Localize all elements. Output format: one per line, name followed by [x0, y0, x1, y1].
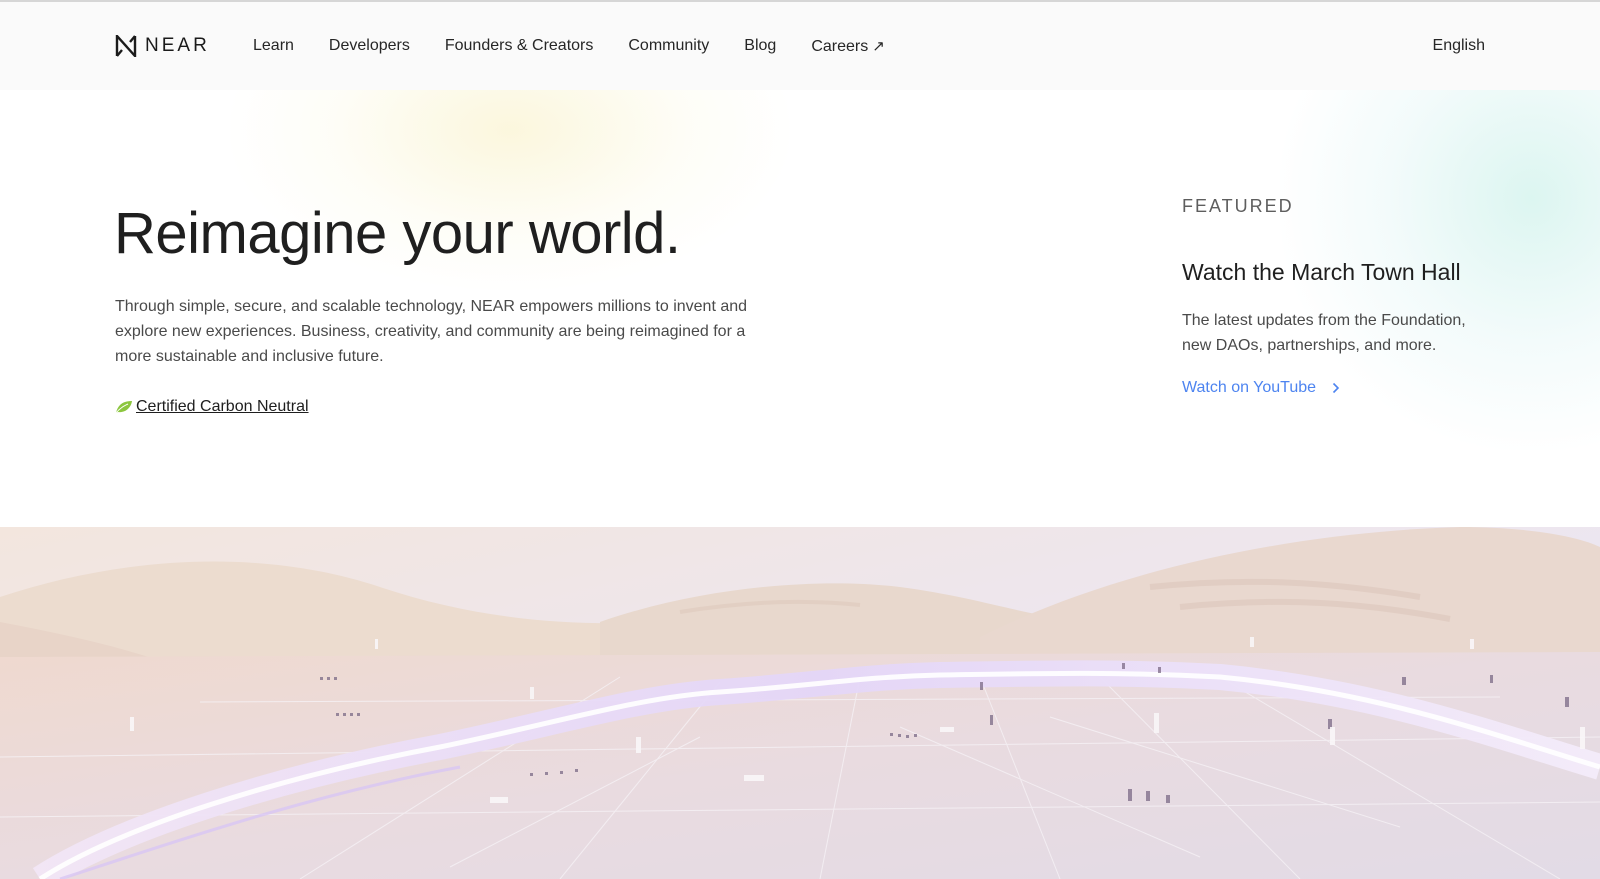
hero-title: Reimagine your world. [114, 201, 681, 266]
carbon-neutral-link[interactable]: Certified Carbon Neutral [136, 398, 309, 416]
leaf-icon [115, 401, 132, 414]
near-logo[interactable]: NEAR [115, 35, 210, 57]
featured-description: The latest updates from the Foundation, … [1182, 312, 1466, 354]
nav-item-community[interactable]: Community [628, 37, 709, 56]
nav-item-developers[interactable]: Developers [329, 37, 410, 56]
external-arrow-icon: ↗ [872, 38, 885, 55]
nav-item-founders-creators[interactable]: Founders & Creators [445, 37, 594, 56]
desert-landscape-image [0, 527, 1600, 879]
nav-item-careers-label: Careers [811, 38, 869, 55]
featured-title: Watch the March Town Hall [1182, 259, 1461, 285]
hero-description: Through simple, secure, and scalable tec… [115, 298, 748, 365]
landscape-illustration [0, 527, 1600, 879]
nav-item-blog[interactable]: Blog [744, 37, 776, 56]
hero-section: Reimagine your world. Through simple, se… [0, 90, 1600, 527]
featured-label: FEATURED [1182, 196, 1294, 216]
navbar: NEAR Learn Developers Founders & Creator… [0, 2, 1600, 90]
brand-name: NEAR [145, 35, 210, 56]
near-logo-icon [115, 35, 137, 57]
featured-card: FEATURED Watch the March Town Hall The l… [1182, 196, 1502, 397]
nav-item-careers[interactable]: Careers ↗ [811, 37, 884, 56]
watch-on-youtube-label: Watch on YouTube [1182, 379, 1317, 396]
chevron-right-icon [1332, 382, 1340, 394]
watch-on-youtube-link[interactable]: Watch on YouTube [1182, 379, 1502, 397]
language-selector[interactable]: English [1433, 37, 1485, 55]
main-nav: Learn Developers Founders & Creators Com… [253, 37, 920, 56]
carbon-neutral-badge: Certified Carbon Neutral [115, 398, 309, 416]
nav-item-learn[interactable]: Learn [253, 37, 294, 56]
